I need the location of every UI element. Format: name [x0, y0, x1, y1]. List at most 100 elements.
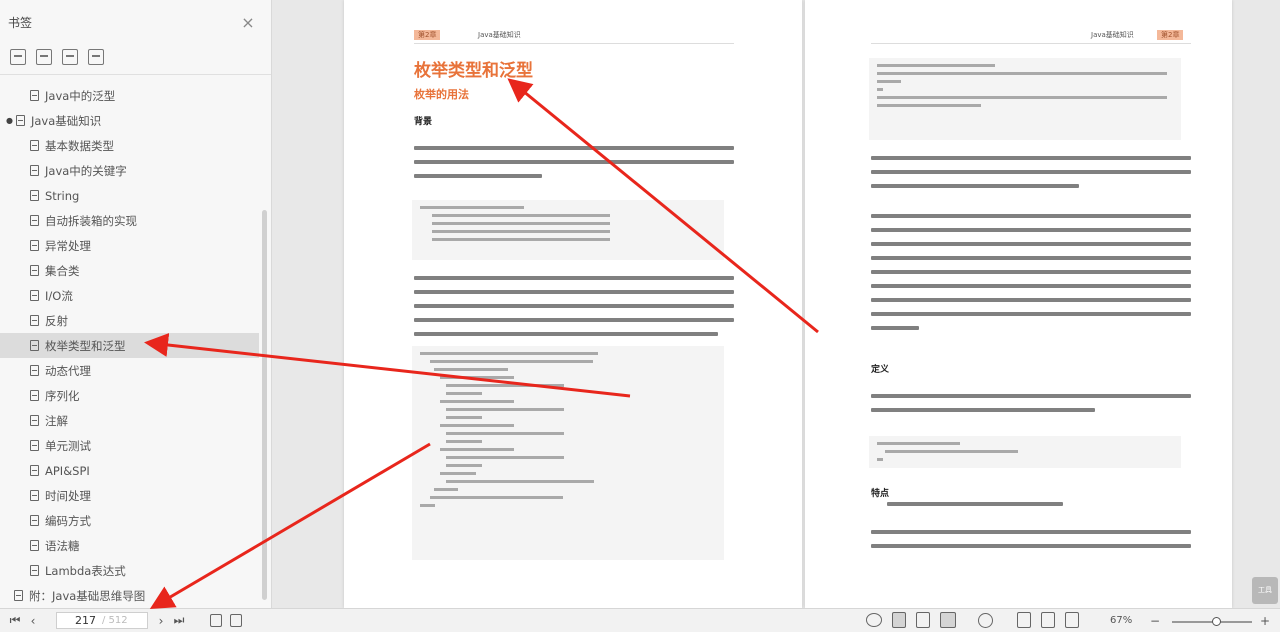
sidebar-item-serialization[interactable]: 序列化: [0, 383, 271, 408]
fit-page-icon[interactable]: [230, 614, 242, 627]
bookmark-icon: [30, 515, 39, 526]
sidebar-item-label: 动态代理: [45, 363, 91, 378]
page-header-tag: 第2章: [1157, 30, 1184, 40]
sidebar-item-dynamic-proxy[interactable]: 动态代理: [0, 358, 271, 383]
page-title: 枚举类型和泛型: [414, 61, 533, 81]
section-heading-features: 特点: [871, 489, 890, 499]
bookmark-icon: [30, 265, 39, 276]
sidebar-item-label: I/O流: [45, 288, 73, 303]
prev-page-button[interactable]: ‹: [24, 612, 42, 630]
bookmark-icon: [30, 165, 39, 176]
sidebar-title: 书签: [8, 15, 33, 30]
add-bookmark-icon[interactable]: [36, 49, 52, 65]
fit-height-icon[interactable]: [1041, 612, 1055, 628]
close-icon[interactable]: ×: [239, 13, 257, 32]
sidebar-item-api-spi[interactable]: API&SPI: [0, 458, 271, 483]
bookmark-icon: [30, 240, 39, 251]
body-paragraph: [414, 276, 734, 346]
page-header-text: Java基础知识: [478, 31, 521, 39]
view-controls: [866, 612, 1079, 628]
sidebar-item-encoding[interactable]: 编码方式: [0, 508, 271, 533]
bookmark-icon: [15, 115, 25, 126]
side-tools-tab[interactable]: 工具: [1252, 577, 1278, 604]
bookmark-icon: [30, 215, 39, 226]
sidebar-item-label: 基本数据类型: [45, 138, 114, 153]
bookmark-icon: [30, 540, 39, 551]
page-header-text: Java基础知识: [1091, 31, 1134, 39]
sidebar-item-io[interactable]: I/O流: [0, 283, 271, 308]
bookmark-icon: [30, 440, 39, 451]
sidebar-item-autoboxing[interactable]: 自动拆装箱的实现: [0, 208, 271, 233]
sidebar-item-label: Java中的关键字: [45, 163, 127, 178]
bookmark-icon: [30, 140, 39, 151]
body-paragraph: [871, 214, 1191, 340]
section-heading: 背景: [414, 117, 433, 127]
bookmark-icon: [14, 590, 23, 601]
sidebar-item-java-basics[interactable]: ● Java基础知识: [0, 108, 271, 133]
sidebar-item-generics-intro[interactable]: Java中的泛型: [0, 83, 271, 108]
first-page-button[interactable]: ⏮: [6, 612, 24, 630]
code-block: [412, 200, 724, 260]
bookmark-icon: [30, 390, 39, 401]
sidebar-item-lambda[interactable]: Lambda表达式: [0, 558, 271, 583]
sidebar-item-label: String: [45, 188, 80, 203]
bookmark-sidebar: 书签 × Java中的泛型 ● Java基础知识 基本数据类型 Java中的关键字…: [0, 0, 272, 608]
next-page-button[interactable]: ›: [152, 612, 170, 630]
body-paragraph: [414, 146, 734, 188]
page-number: 217: [75, 614, 96, 627]
collapse-all-icon[interactable]: [88, 49, 104, 65]
sidebar-item-label: 注解: [45, 413, 68, 428]
actual-size-icon[interactable]: [1065, 612, 1079, 628]
reading-mode-icon[interactable]: [866, 613, 882, 627]
sidebar-item-label: 时间处理: [45, 488, 91, 503]
bookmark-tool-icon[interactable]: [10, 49, 26, 65]
sidebar-toolbar: [0, 44, 271, 70]
zoom-slider[interactable]: [1172, 617, 1252, 626]
page-header-rule: [871, 43, 1191, 44]
bookmark-icon: [30, 365, 39, 376]
sidebar-header: 书签 ×: [0, 0, 271, 44]
bookmark-icon: [30, 315, 39, 326]
sidebar-item-annotations[interactable]: 注解: [0, 408, 271, 433]
sidebar-item-reflection[interactable]: 反射: [0, 308, 271, 333]
last-page-button[interactable]: ⏭: [170, 612, 188, 630]
bookmark-list: Java中的泛型 ● Java基础知识 基本数据类型 Java中的关键字 Stri…: [0, 81, 271, 608]
sidebar-item-primitive-types[interactable]: 基本数据类型: [0, 133, 271, 158]
page-number-input[interactable]: 217 / 512: [56, 612, 148, 629]
document-viewer[interactable]: 第2章 Java基础知识 枚举类型和泛型 枚举的用法 背景 Java基础知识 第…: [272, 0, 1280, 608]
sidebar-item-label: 集合类: [45, 263, 80, 278]
expand-all-icon[interactable]: [62, 49, 78, 65]
fit-width-icon[interactable]: [1017, 612, 1031, 628]
sidebar-item-label: 异常处理: [45, 238, 91, 253]
sidebar-item-label: 附：Java基础思维导图: [29, 588, 146, 603]
single-page-icon[interactable]: [892, 612, 906, 628]
two-page-icon[interactable]: [940, 612, 956, 628]
sidebar-item-string[interactable]: String: [0, 183, 271, 208]
sidebar-item-label: API&SPI: [45, 463, 90, 478]
continuous-page-icon[interactable]: [916, 612, 930, 628]
sidebar-item-label: 序列化: [45, 388, 80, 403]
eye-protect-icon[interactable]: [978, 612, 993, 628]
sidebar-item-syntax-sugar[interactable]: 语法糖: [0, 533, 271, 558]
sidebar-item-enum-generics[interactable]: 枚举类型和泛型: [0, 333, 259, 358]
expand-bullet-icon[interactable]: ●: [6, 116, 13, 125]
sidebar-item-label: 语法糖: [45, 538, 80, 553]
bookmark-icon: [30, 290, 39, 301]
page-total: / 512: [102, 615, 128, 626]
bookmark-icon: [30, 490, 39, 501]
sidebar-item-label: 枚举类型和泛型: [45, 338, 126, 353]
sidebar-item-time[interactable]: 时间处理: [0, 483, 271, 508]
zoom-in-button[interactable]: +: [1256, 612, 1274, 630]
sidebar-scrollbar[interactable]: [262, 210, 267, 600]
zoom-slider-handle[interactable]: [1212, 617, 1221, 626]
page-header-rule: [414, 43, 734, 44]
zoom-out-button[interactable]: −: [1146, 612, 1164, 630]
sidebar-item-exceptions[interactable]: 异常处理: [0, 233, 271, 258]
rotate-view-icon[interactable]: [210, 614, 222, 627]
sidebar-item-label: Java中的泛型: [45, 88, 116, 103]
sidebar-item-mindmap[interactable]: 附：Java基础思维导图: [0, 583, 271, 608]
sidebar-item-unit-testing[interactable]: 单元测试: [0, 433, 271, 458]
sidebar-item-collections[interactable]: 集合类: [0, 258, 271, 283]
body-paragraph: [871, 394, 1191, 422]
sidebar-item-keywords[interactable]: Java中的关键字: [0, 158, 271, 183]
